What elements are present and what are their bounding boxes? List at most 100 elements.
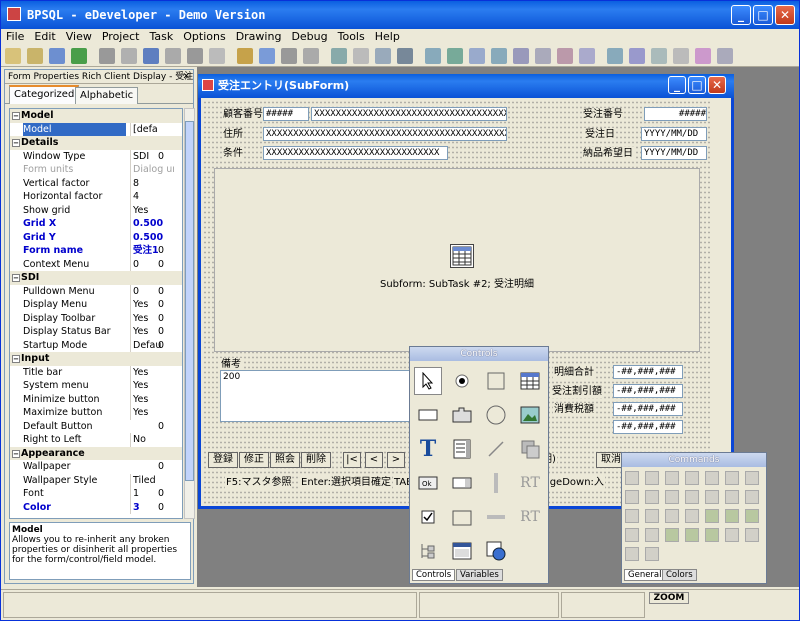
toolbar-button-icon[interactable] — [209, 48, 225, 64]
command-icon[interactable] — [645, 471, 659, 485]
property-value[interactable]: Yes — [130, 325, 174, 339]
property-category[interactable]: − SDI — [10, 271, 182, 285]
property-expression[interactable]: 0 — [158, 244, 164, 258]
inquiry-button[interactable]: 照会 — [270, 452, 300, 468]
property-value[interactable]: Yes — [130, 203, 174, 217]
property-expression[interactable]: 0 — [158, 501, 164, 515]
toolbar-button-icon[interactable] — [5, 48, 21, 64]
check-box-icon[interactable] — [414, 503, 442, 531]
property-category[interactable]: − Details — [10, 136, 182, 150]
ole-icon[interactable] — [516, 435, 544, 463]
property-value[interactable]: 0.500 — [130, 217, 174, 231]
property-row[interactable]: Font 1 0 — [10, 487, 182, 501]
property-scrollbar[interactable] — [184, 108, 195, 519]
toolbar-button-icon[interactable] — [425, 48, 441, 64]
property-value[interactable]: Tiled — [130, 473, 174, 487]
property-row[interactable]: Default Button 0 — [10, 420, 182, 434]
field-address[interactable]: XXXXXXXXXXXXXXXXXXXXXXXXXXXXXXXXXXXXXXXX… — [263, 127, 507, 141]
toolbar-button-icon[interactable] — [629, 48, 645, 64]
property-value[interactable]: No — [130, 433, 174, 447]
toolbar-button-icon[interactable] — [695, 48, 711, 64]
scroll-thumb[interactable] — [185, 121, 194, 481]
field-discount[interactable]: -##,###,### — [613, 384, 683, 398]
property-expression[interactable]: 0 — [158, 420, 164, 434]
command-icon[interactable] — [705, 528, 719, 542]
toolbar-button-icon[interactable] — [259, 48, 275, 64]
property-expression[interactable]: 0 — [158, 460, 164, 474]
collapse-icon[interactable]: − — [12, 139, 20, 147]
property-row[interactable]: Vertical factor 8 — [10, 176, 182, 190]
property-row[interactable]: Model [defa — [10, 122, 182, 136]
toolbar-button-icon[interactable] — [143, 48, 159, 64]
property-row[interactable]: Maximize button Yes — [10, 406, 182, 420]
property-value[interactable]: [defa — [130, 122, 174, 136]
field-order-date[interactable]: YYYY/MM/DD — [641, 127, 707, 141]
line-icon[interactable] — [482, 435, 510, 463]
property-row[interactable]: Right to Left No — [10, 433, 182, 447]
image-icon[interactable] — [516, 401, 544, 429]
toolbar-button-icon[interactable] — [375, 48, 391, 64]
property-expression[interactable]: 0 — [158, 150, 164, 164]
property-row[interactable]: Context Menu 0 0 — [10, 257, 182, 272]
pointer-icon[interactable] — [414, 367, 442, 395]
command-icon[interactable] — [725, 528, 739, 542]
menu-file[interactable]: File — [1, 29, 29, 45]
property-expression[interactable]: 0 — [158, 298, 164, 312]
command-icon[interactable] — [625, 471, 639, 485]
property-value[interactable]: Yes — [130, 365, 174, 379]
property-value[interactable]: Defau — [130, 338, 174, 352]
toolbar-button-icon[interactable] — [121, 48, 137, 64]
form-minimize-button[interactable]: _ — [668, 76, 686, 94]
minimize-button[interactable]: _ — [731, 5, 751, 25]
toolbar-button-icon[interactable] — [99, 48, 115, 64]
field-order-no[interactable]: ##### — [644, 107, 707, 121]
command-icon[interactable] — [625, 490, 639, 504]
command-icon[interactable] — [705, 509, 719, 523]
toolbar-button-icon[interactable] — [557, 48, 573, 64]
menu-task[interactable]: Task — [144, 29, 178, 45]
next-record-button[interactable]: > — [387, 452, 405, 468]
tab-control-icon[interactable] — [448, 401, 476, 429]
collapse-icon[interactable]: − — [12, 112, 20, 120]
property-row[interactable]: Pulldown Menu 0 0 — [10, 284, 182, 298]
property-expression[interactable]: 0 — [158, 258, 164, 272]
table-icon[interactable] — [516, 367, 544, 395]
toolbar-button-icon[interactable] — [27, 48, 43, 64]
toolbar-button-icon[interactable] — [579, 48, 595, 64]
subform-area[interactable]: Subform: SubTask #2; 受注明細 — [214, 168, 700, 352]
property-value[interactable]: 0 — [130, 284, 174, 298]
register-button[interactable]: 登録 — [208, 452, 238, 468]
toolbar-button-icon[interactable] — [513, 48, 529, 64]
property-row[interactable]: Form units Dialog units — [10, 163, 182, 177]
separator-icon[interactable] — [482, 503, 510, 531]
command-icon[interactable] — [745, 490, 759, 504]
property-row[interactable]: Display Status Bar Yes 0 — [10, 325, 182, 339]
collapse-icon[interactable]: − — [12, 274, 20, 282]
toolbar-button-icon[interactable] — [49, 48, 65, 64]
first-record-button[interactable]: |< — [343, 452, 361, 468]
command-icon[interactable] — [685, 471, 699, 485]
toolbar-button-icon[interactable] — [491, 48, 507, 64]
property-value[interactable]: 0 — [130, 257, 174, 271]
toolbar-button-icon[interactable] — [607, 48, 623, 64]
command-icon[interactable] — [625, 528, 639, 542]
menu-help[interactable]: Help — [370, 29, 405, 45]
edit-button[interactable]: 修正 — [239, 452, 269, 468]
property-row[interactable]: Minimize button Yes — [10, 392, 182, 406]
command-icon[interactable] — [645, 490, 659, 504]
property-value[interactable]: Yes — [130, 379, 174, 393]
property-value[interactable]: 1 — [130, 487, 174, 501]
command-icon[interactable] — [725, 490, 739, 504]
field-terms[interactable]: XXXXXXXXXXXXXXXXXXXXXXXXXXXXXXXX — [263, 146, 448, 160]
command-icon[interactable] — [745, 528, 759, 542]
command-icon[interactable] — [685, 490, 699, 504]
command-icon[interactable] — [665, 528, 679, 542]
field-delivery-date[interactable]: YYYY/MM/DD — [641, 146, 707, 160]
property-row[interactable]: Color 3 0 — [10, 500, 182, 515]
property-row[interactable]: Startup Mode Defau 0 — [10, 338, 182, 352]
rich-text-icon[interactable]: RT — [516, 469, 544, 497]
rich-edit-icon[interactable]: RT — [516, 503, 544, 531]
command-icon[interactable] — [645, 547, 659, 561]
toolbar-button-icon[interactable] — [397, 48, 413, 64]
collapse-icon[interactable]: − — [12, 355, 20, 363]
